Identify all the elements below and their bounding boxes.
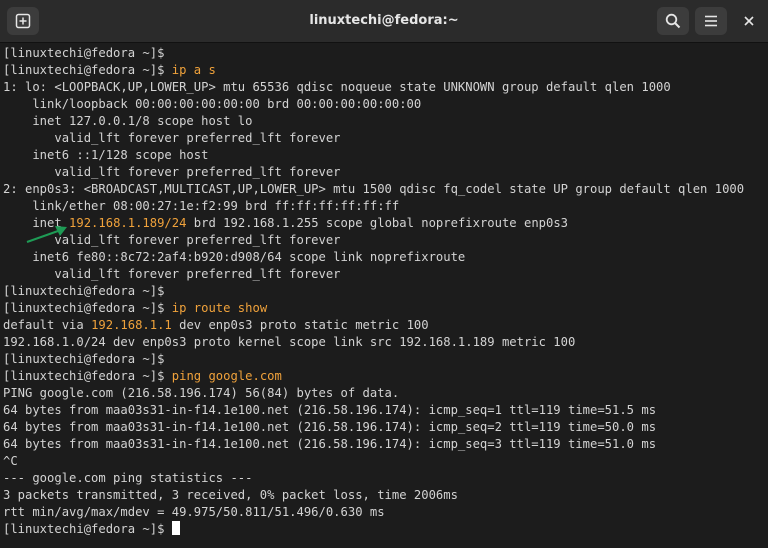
terminal-line: [linuxtechi@fedora ~]$ bbox=[3, 45, 767, 62]
menu-button[interactable] bbox=[695, 7, 727, 35]
terminal-line: 3 packets transmitted, 3 received, 0% pa… bbox=[3, 487, 767, 504]
window-title: linuxtechi@fedora:~ bbox=[309, 13, 459, 28]
terminal-line: [linuxtechi@fedora ~]$ ip a s bbox=[3, 62, 767, 79]
highlighted-text: ip a s bbox=[171, 63, 216, 77]
terminal-line: --- google.com ping statistics --- bbox=[3, 470, 767, 487]
terminal-cursor bbox=[171, 521, 180, 535]
terminal-output[interactable]: [linuxtechi@fedora ~]$ [linuxtechi@fedora… bbox=[3, 45, 767, 545]
terminal-text: [linuxtechi@fedora ~]$ bbox=[3, 352, 165, 366]
terminal-text: [linuxtechi@fedora ~]$ bbox=[3, 63, 172, 77]
terminal-text: 3 packets transmitted, 3 received, 0% pa… bbox=[3, 488, 458, 502]
search-icon bbox=[665, 13, 681, 29]
terminal-text: inet 127.0.0.1/8 scope host lo bbox=[3, 114, 253, 128]
terminal-text: [linuxtechi@fedora ~]$ bbox=[3, 369, 172, 383]
terminal-text: PING google.com (216.58.196.174) 56(84) … bbox=[3, 386, 400, 400]
terminal-line: PING google.com (216.58.196.174) 56(84) … bbox=[3, 385, 767, 402]
terminal-line: 192.168.1.0/24 dev enp0s3 proto kernel s… bbox=[3, 334, 767, 351]
annotation-arrow-icon bbox=[26, 226, 67, 243]
terminal-text: link/ether 08:00:27:1e:f2:99 brd ff:ff:f… bbox=[3, 199, 400, 213]
search-button[interactable] bbox=[657, 7, 689, 35]
terminal-text: [linuxtechi@fedora ~]$ bbox=[3, 46, 165, 60]
terminal-text: [linuxtechi@fedora ~]$ bbox=[3, 284, 165, 298]
terminal-text: 64 bytes from maa03s31-in-f14.1e100.net … bbox=[3, 403, 657, 417]
terminal-text: ^C bbox=[3, 454, 18, 468]
terminal-line: valid_lft forever preferred_lft forever bbox=[3, 266, 767, 283]
terminal-line: link/loopback 00:00:00:00:00:00 brd 00:0… bbox=[3, 96, 767, 113]
highlighted-text: 192.168.1.189/24 bbox=[69, 216, 187, 230]
terminal-line: [linuxtechi@fedora ~]$ bbox=[3, 521, 767, 538]
terminal-line: [linuxtechi@fedora ~]$ ip route show bbox=[3, 300, 767, 317]
terminal-text: 1: lo: <LOOPBACK,UP,LOWER_UP> mtu 65536 … bbox=[3, 80, 671, 94]
terminal-text: dev enp0s3 proto static metric 100 bbox=[171, 318, 429, 332]
terminal-line: inet 192.168.1.189/24 brd 192.168.1.255 … bbox=[3, 215, 767, 232]
terminal-text: rtt min/avg/max/mdev = 49.975/50.811/51.… bbox=[3, 505, 385, 519]
terminal-text: [linuxtechi@fedora ~]$ bbox=[3, 522, 172, 536]
terminal-text: --- google.com ping statistics --- bbox=[3, 471, 253, 485]
terminal-line: inet6 fe80::8c72:2af4:b920:d908/64 scope… bbox=[3, 249, 767, 266]
terminal-text: default via bbox=[3, 318, 92, 332]
highlighted-text: ip route show bbox=[171, 301, 268, 315]
terminal-window: linuxtechi@fedora:~ [linuxtechi@fedora ~… bbox=[0, 0, 768, 548]
terminal-line: valid_lft forever preferred_lft forever bbox=[3, 164, 767, 181]
highlighted-text: ping google.com bbox=[171, 369, 282, 383]
terminal-text: link/loopback 00:00:00:00:00:00 brd 00:0… bbox=[3, 97, 422, 111]
close-icon bbox=[744, 16, 754, 26]
terminal-line: 64 bytes from maa03s31-in-f14.1e100.net … bbox=[3, 419, 767, 436]
terminal-text: inet6 ::1/128 scope host bbox=[3, 148, 209, 162]
terminal-line: rtt min/avg/max/mdev = 49.975/50.811/51.… bbox=[3, 504, 767, 521]
terminal-line: inet 127.0.0.1/8 scope host lo bbox=[3, 113, 767, 130]
terminal-line: inet6 ::1/128 scope host bbox=[3, 147, 767, 164]
terminal-line: [linuxtechi@fedora ~]$ bbox=[3, 283, 767, 300]
close-button[interactable] bbox=[733, 7, 765, 35]
terminal-line: link/ether 08:00:27:1e:f2:99 brd ff:ff:f… bbox=[3, 198, 767, 215]
terminal-line: [linuxtechi@fedora ~]$ ping google.com bbox=[3, 368, 767, 385]
terminal-text: valid_lft forever preferred_lft forever bbox=[3, 131, 341, 145]
terminal-line: 1: lo: <LOOPBACK,UP,LOWER_UP> mtu 65536 … bbox=[3, 79, 767, 96]
terminal-line: ^C bbox=[3, 453, 767, 470]
terminal-text: [linuxtechi@fedora ~]$ bbox=[3, 301, 172, 315]
terminal-text: 2: enp0s3: <BROADCAST,MULTICAST,UP,LOWER… bbox=[3, 182, 745, 196]
terminal-text: valid_lft forever preferred_lft forever bbox=[3, 267, 341, 281]
terminal-line: [linuxtechi@fedora ~]$ bbox=[3, 351, 767, 368]
terminal-line: valid_lft forever preferred_lft forever bbox=[3, 232, 767, 249]
terminal-text: brd 192.168.1.255 scope global noprefixr… bbox=[186, 216, 569, 230]
terminal-text: 192.168.1.0/24 dev enp0s3 proto kernel s… bbox=[3, 335, 576, 349]
terminal-line: 64 bytes from maa03s31-in-f14.1e100.net … bbox=[3, 436, 767, 453]
highlighted-text: 192.168.1.1 bbox=[91, 318, 172, 332]
hamburger-menu-icon bbox=[705, 15, 717, 27]
terminal-line: 64 bytes from maa03s31-in-f14.1e100.net … bbox=[3, 402, 767, 419]
title-bar: linuxtechi@fedora:~ bbox=[0, 0, 768, 43]
terminal-line: 2: enp0s3: <BROADCAST,MULTICAST,UP,LOWER… bbox=[3, 181, 767, 198]
terminal-text: valid_lft forever preferred_lft forever bbox=[3, 165, 341, 179]
terminal-line: valid_lft forever preferred_lft forever bbox=[3, 130, 767, 147]
terminal-text: inet6 fe80::8c72:2af4:b920:d908/64 scope… bbox=[3, 250, 466, 264]
terminal-text: 64 bytes from maa03s31-in-f14.1e100.net … bbox=[3, 420, 657, 434]
terminal-text: 64 bytes from maa03s31-in-f14.1e100.net … bbox=[3, 437, 657, 451]
terminal-line: default via 192.168.1.1 dev enp0s3 proto… bbox=[3, 317, 767, 334]
